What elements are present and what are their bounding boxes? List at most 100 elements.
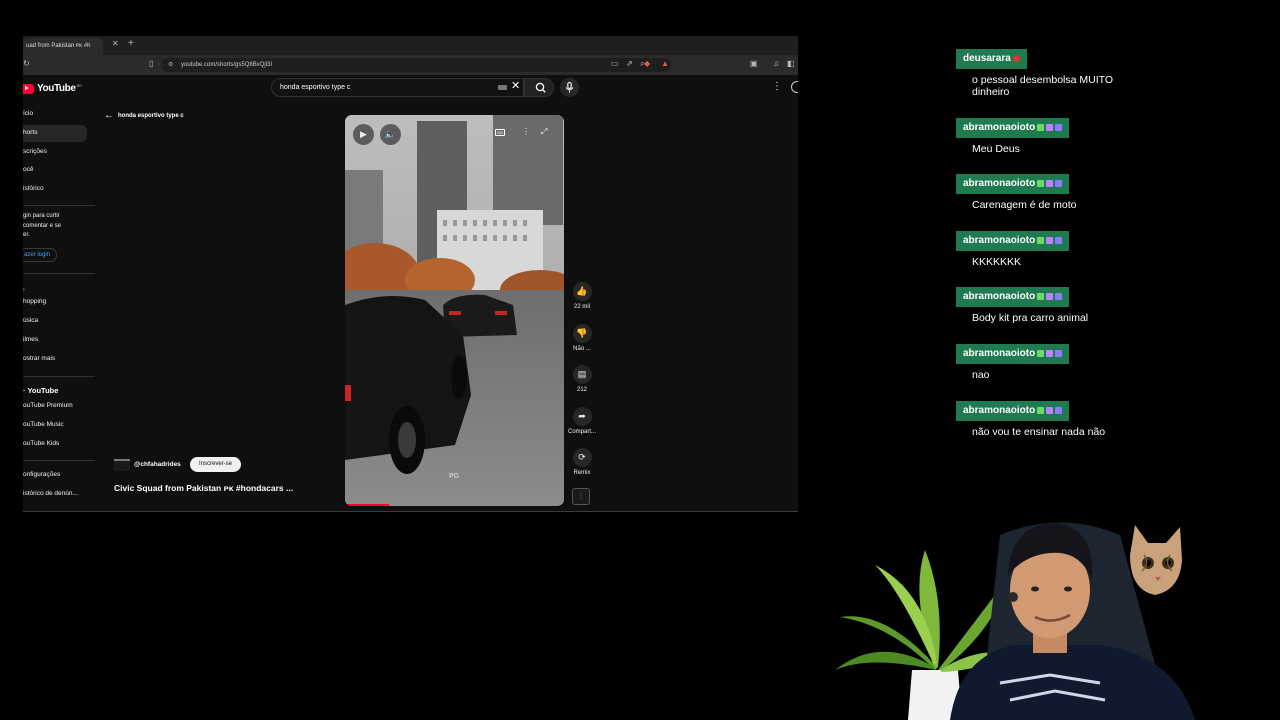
comment-icon[interactable]: ▤ [572, 365, 592, 384]
chat-message: abramonaoioto nao [956, 343, 1122, 381]
screenshot-icon[interactable]: ▣ [750, 59, 758, 69]
tab-active[interactable]: uad from Pakistan ᴘᴋ #h [23, 38, 103, 55]
sidebar-item-home[interactable]: ício [23, 106, 87, 123]
subscribe-button[interactable]: Inscrever-se [190, 457, 241, 472]
side-panel-icon[interactable]: ◧ [787, 59, 795, 69]
clear-search-icon[interactable]: ✕ [511, 79, 520, 92]
badge-icon [1055, 180, 1063, 187]
video-progress-bar[interactable] [345, 504, 389, 506]
sidebar-divider [23, 376, 95, 377]
remix-action[interactable]: ⟳ Remix [568, 448, 596, 476]
voice-search-button[interactable] [560, 78, 579, 97]
sidebar-item-premium[interactable]: ouTube Premium [23, 398, 87, 415]
cast-icon[interactable]: ▭ [611, 59, 619, 69]
avatar[interactable] [791, 81, 798, 93]
chat-text: nao [972, 369, 990, 381]
keyboard-icon[interactable] [498, 85, 507, 90]
site-info-icon[interactable]: ⚙ [168, 61, 173, 68]
chat-text: KKKKKKK [972, 256, 1022, 268]
badge-icon [1055, 293, 1063, 300]
sidebar-item-shopping[interactable]: hopping [23, 294, 87, 311]
chat-username-text: abramonaoioto [963, 291, 1036, 302]
tab-close-icon[interactable]: ✕ [112, 39, 119, 48]
share-page-icon[interactable]: ⇗ [626, 59, 633, 69]
url-text: youtube.com/shorts/gs5Q8BxQjl3I [181, 62, 273, 68]
reload-icon[interactable]: ↻ [23, 59, 30, 69]
like-action[interactable]: 👍 22 mil [568, 282, 596, 310]
sidebar-divider [23, 273, 95, 274]
sidebar-item-movies[interactable]: ilmes [23, 332, 87, 349]
dislike-action[interactable]: 👎 Não ... [568, 324, 596, 352]
chat-message: abramonaoioto Meu Deus [956, 117, 1122, 155]
play-button[interactable]: ▶ [353, 124, 374, 145]
chat-username: abramonaoioto [956, 174, 1070, 194]
thumbs-down-icon[interactable]: 👎 [572, 324, 592, 343]
badge-icon [1037, 293, 1045, 300]
sidebar-item-youtube-kids[interactable]: ouTube Kids [23, 436, 87, 453]
youtube-logo[interactable]: YouTube BR [23, 83, 82, 94]
chat-username-text: abramonaoioto [963, 235, 1036, 246]
channel-avatar[interactable] [114, 459, 130, 471]
sidebar-item-music[interactable]: úsica [23, 313, 87, 330]
youtube-play-icon [23, 83, 34, 94]
sidebar-item-history[interactable]: istórico [23, 181, 87, 198]
sidebar-item-subscriptions[interactable]: scrições [23, 144, 87, 161]
more-options-icon[interactable]: ⋮ [772, 81, 782, 92]
search-input[interactable]: honda esportivo type c [271, 78, 524, 97]
sidebar-divider [23, 460, 95, 461]
youtube-wordmark: YouTube [37, 83, 76, 94]
badge-icon [1046, 237, 1054, 244]
country-code: BR [76, 83, 83, 88]
channel-name[interactable]: @chfahadrides [134, 461, 181, 468]
new-tab-icon[interactable]: + [128, 38, 134, 49]
share-icon[interactable]: ➦ [572, 407, 592, 426]
extension-icon[interactable]: ◆ [644, 59, 650, 69]
fullscreen-icon[interactable]: ⤢ [541, 127, 547, 137]
dislike-label: Não ... [573, 346, 591, 352]
tab-bar: uad from Pakistan ᴘᴋ #h ✕ + [23, 36, 798, 55]
badge-icon [1055, 237, 1063, 244]
sidebar-item-show-more[interactable]: ostrar mais [23, 351, 87, 368]
sidebar-item-settings[interactable]: onfigurações [23, 467, 87, 484]
video-watermark: PG [449, 473, 460, 480]
media-icon[interactable]: ♫ [773, 59, 779, 69]
badge-icon [1037, 407, 1045, 414]
share-action[interactable]: ➦ Compart... [568, 407, 596, 435]
captions-button[interactable]: CC [495, 129, 505, 136]
browser-toolbar: ↻ ▯ ⚙ youtube.com/shorts/gs5Q8BxQjl3I ▭ … [23, 55, 798, 75]
browser-window: uad from Pakistan ᴘᴋ #h ✕ + ↻ ▯ ⚙ youtub… [23, 36, 798, 512]
chat-username: abramonaoioto [956, 287, 1070, 307]
video-frame [345, 115, 564, 506]
badge-icon [1037, 237, 1045, 244]
cat-image [1130, 525, 1182, 595]
sidebar-item-you[interactable]: ocê [23, 162, 87, 179]
thumbs-up-icon[interactable]: 👍 [572, 282, 592, 301]
remix-icon[interactable]: ⟳ [572, 448, 592, 467]
short-video-player[interactable]: ▶ 🔈 CC ⋮ ⤢ PG [345, 115, 564, 506]
sidebar-item-youtube-music[interactable]: ouTube Music [23, 417, 87, 434]
video-more-icon[interactable]: ⋮ [522, 127, 530, 136]
chat-text: não vou te ensinar nada não [972, 426, 1106, 438]
badge-icon [1055, 124, 1063, 131]
chat-username: abramonaoioto [956, 231, 1070, 251]
sidebar-item-report-history[interactable]: istórico de denún... [23, 486, 87, 503]
login-button[interactable]: azer login [23, 248, 57, 262]
alert-extension-icon[interactable]: ▲ [661, 59, 669, 69]
chat-username: abramonaoioto [956, 344, 1070, 364]
search-icon [535, 82, 546, 93]
like-count: 22 mil [573, 304, 590, 310]
sidebar-item-shorts[interactable]: horts [23, 125, 87, 142]
chat-username-text: deusarara [963, 53, 1011, 64]
short-title[interactable]: Civic Squad from Pakistan ᴘᴋ #hondacars … [114, 483, 293, 493]
chat-text: o pessoal desembolsa MUITO dinheiro [972, 74, 1114, 98]
bookmark-icon[interactable]: ▯ [149, 59, 153, 69]
chat-text: Carenagem é de moto [972, 199, 1077, 211]
sound-wave-icon[interactable]: ⫶ [572, 488, 590, 505]
search-button[interactable] [524, 78, 554, 97]
back-arrow-icon[interactable]: ← [104, 110, 114, 121]
comments-action[interactable]: ▤ 212 [568, 365, 596, 393]
address-bar[interactable]: ⚙ youtube.com/shorts/gs5Q8BxQjl3I [161, 58, 671, 72]
sidebar-more-from-youtube: · YouTube [23, 386, 59, 395]
volume-button[interactable]: 🔈 [380, 124, 401, 145]
chat-message: abramonaoioto Carenagem é de moto [956, 173, 1122, 211]
